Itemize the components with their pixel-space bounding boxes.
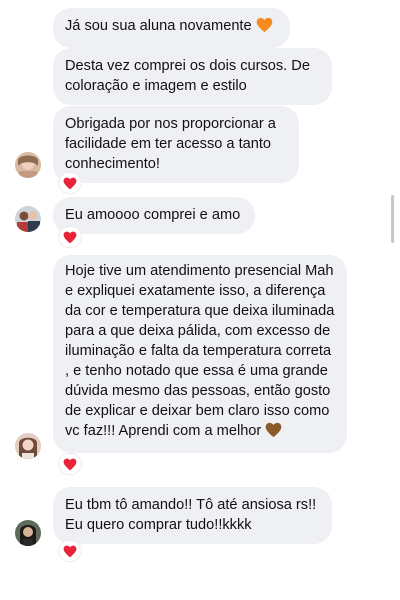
red-heart-icon [63,545,77,558]
message-text: Obrigada por nos proporcionar a facilida… [65,116,276,172]
message-text: Desta vez comprei os dois cursos. De col… [65,58,310,94]
reaction-badge[interactable] [59,454,81,474]
message-bubble[interactable]: Hoje tive um atendimento presencial Mah … [53,255,347,453]
message-text: Eu amoooo comprei e amo [65,207,241,223]
message-bubble[interactable]: Eu amoooo comprei e amo [53,197,255,234]
scrollbar[interactable] [391,195,394,243]
red-heart-icon [63,458,77,471]
avatar[interactable] [15,433,41,459]
orange-heart-icon [256,17,273,39]
message-bubble[interactable]: Já sou sua aluna novamente [53,8,290,48]
message-bubble[interactable]: Desta vez comprei os dois cursos. De col… [53,48,332,105]
message-bubble[interactable]: Eu tbm tô amando!! Tô até ansiosa rs!! E… [53,487,332,544]
reaction-badge[interactable] [59,227,81,247]
message-bubble[interactable]: Obrigada por nos proporcionar a facilida… [53,106,299,183]
red-heart-icon [63,231,77,244]
avatar[interactable] [15,520,41,546]
red-heart-icon [63,177,77,190]
message-text: Hoje tive um atendimento presencial Mah … [65,263,335,439]
brown-heart-icon [265,422,282,444]
message-text: Já sou sua aluna novamente [65,18,252,34]
avatar[interactable] [15,206,41,232]
message-text: Eu tbm tô amando!! Tô até ansiosa rs!! E… [65,497,317,533]
reaction-badge[interactable] [59,173,81,193]
avatar[interactable] [15,152,41,178]
reaction-badge[interactable] [59,541,81,561]
